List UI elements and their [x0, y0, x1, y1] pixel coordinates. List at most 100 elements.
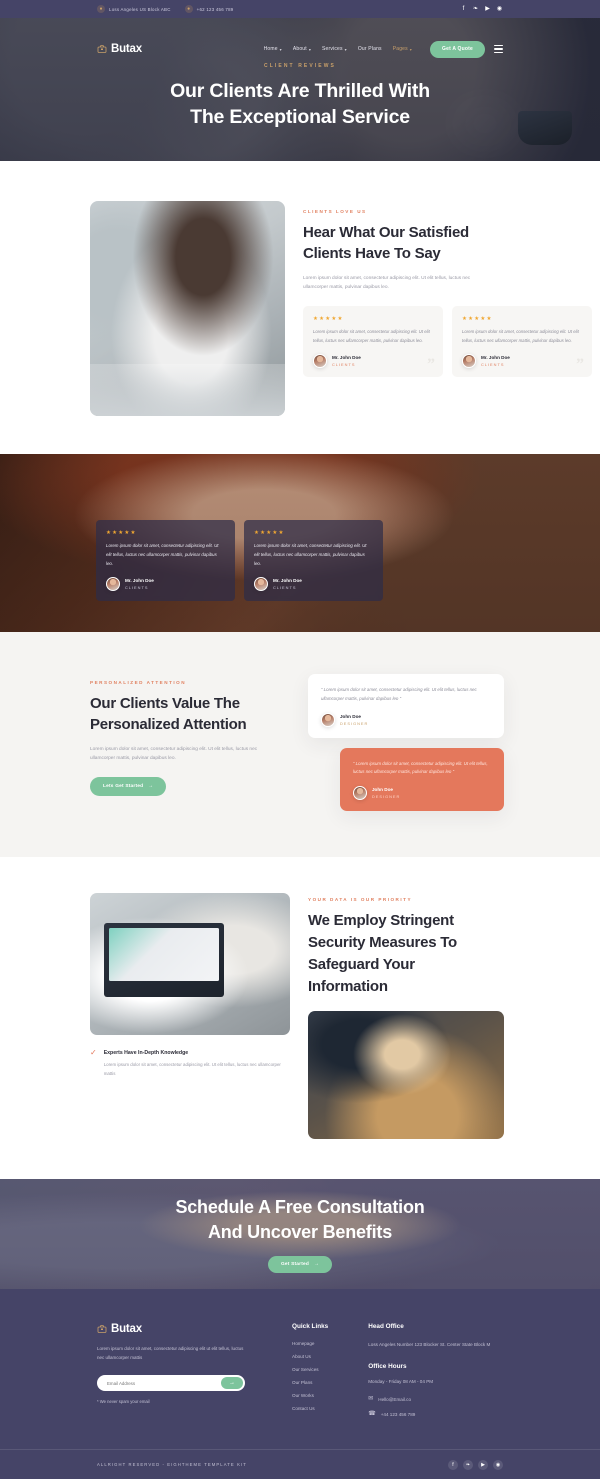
- designer-name: John Doe: [372, 787, 393, 793]
- page-root: ● Loss Angeles US Block ABC ● +62 123 45…: [0, 0, 600, 1479]
- testimonial-card: ★★★★★ Lorem ipsum dolor sit amet, consec…: [452, 306, 592, 378]
- office-desk-image: [308, 1011, 504, 1140]
- testimonial-quote: Lorem ipsum dolor sit amet, consectetur …: [462, 329, 579, 343]
- topbar-social-list: f ❧ ▶ ◉: [460, 6, 503, 13]
- topbar-phone[interactable]: ● +62 123 456 789: [184, 5, 234, 13]
- quick-links-column: Quick Links Homepage About Us Our Servic…: [292, 1323, 328, 1419]
- avatar: [462, 354, 476, 369]
- quote-mark-icon: ”: [427, 356, 435, 374]
- love-body: Lorem ipsum dolor sit amet, consectetur …: [303, 275, 471, 290]
- love-heading-line2: Clients Have To Say: [303, 245, 441, 263]
- twitter-icon[interactable]: ❧: [472, 6, 479, 13]
- nav-item-pages-label: Pages: [392, 46, 408, 52]
- designer-quote: “ Lorem ipsum dolor sit amet, consectetu…: [353, 760, 488, 775]
- get-a-quote-button[interactable]: Get A Quote: [430, 40, 485, 58]
- brand-logo[interactable]: Butax: [97, 43, 142, 55]
- briefcase-icon: [97, 44, 107, 54]
- footer-brand-logo[interactable]: Butax: [97, 1323, 252, 1335]
- get-started-label: Get Started: [280, 1262, 310, 1268]
- hero-eyebrow: CLIENT REVIEWS: [264, 62, 336, 69]
- footer-phone[interactable]: ☎ +44 123 456 789: [368, 1411, 490, 1417]
- testimonial-card-list: ★★★★★ Lorem ipsum dolor sit amet, consec…: [303, 306, 592, 378]
- personalized-body: Lorem ipsum dolor sit amet, consectetur …: [90, 746, 258, 761]
- office-hours-title: Office Hours: [368, 1363, 407, 1371]
- topbar-phone-text: +62 123 456 789: [196, 6, 234, 12]
- personalized-heading-line2: Personalized Attention: [90, 716, 247, 734]
- nav-item-about-label: About: [292, 46, 307, 52]
- nav-item-about[interactable]: About ▾: [293, 46, 311, 52]
- security-heading-line3: Safeguard Your Information: [308, 955, 415, 995]
- banner-testimonial-list: ★★★★★ Lorem ipsum dolor sit amet, consec…: [96, 520, 383, 602]
- designer-role: DESIGNER: [340, 720, 369, 726]
- rating-stars: ★★★★★: [462, 316, 493, 323]
- newsletter-submit-button[interactable]: →: [221, 1377, 243, 1390]
- banner-testimonial-card: ★★★★★ Lorem ipsum dolor sit amet, consec…: [244, 520, 383, 602]
- avatar: [254, 577, 268, 592]
- nav-item-services[interactable]: Services ▾: [322, 46, 347, 52]
- nav-links: Home ▾ About ▾ Services ▾ Our Plans Page…: [264, 46, 412, 52]
- instagram-icon[interactable]: ◉: [493, 1459, 503, 1470]
- personalized-heading-line1: Our Clients Value The: [90, 695, 240, 712]
- facebook-icon[interactable]: f: [448, 1459, 458, 1470]
- clients-love-section: CLIENTS LOVE US Hear What Our Satisfied …: [0, 161, 600, 454]
- footer-link-about-us[interactable]: About Us: [292, 1354, 328, 1359]
- testimonial-author-name: Mr. John Doe: [273, 578, 302, 584]
- security-heading-line2: Security Measures To: [308, 934, 457, 951]
- rating-stars: ★★★★★: [106, 530, 137, 536]
- head-office-title: Head Office: [368, 1323, 404, 1331]
- lets-get-started-label: Lets Get Started: [103, 784, 144, 790]
- testimonial-quote: Lorem ipsum dolor sit amet, consectetur …: [106, 543, 219, 566]
- phone-icon: ●: [184, 5, 193, 13]
- nav-item-our-plans[interactable]: Our Plans: [358, 46, 382, 52]
- nav-item-pages[interactable]: Pages ▾: [393, 46, 412, 52]
- nav-item-home[interactable]: Home ▾: [264, 46, 282, 52]
- designer-name: John Doe: [340, 713, 361, 719]
- footer-email[interactable]: ✉ Hello@Email.co: [368, 1396, 490, 1402]
- nav-item-our-plans-label: Our Plans: [357, 46, 382, 52]
- rating-stars: ★★★★★: [254, 530, 285, 536]
- testimonial-author-role: CLIENTS: [332, 362, 356, 368]
- office-hours-value: Monday - Friday 08 AM - 04 PM: [368, 1379, 434, 1385]
- testimonial-author-role: CLIENTS: [481, 362, 505, 368]
- topbar: ● Loss Angeles US Block ABC ● +62 123 45…: [0, 0, 600, 18]
- twitter-icon[interactable]: ❧: [463, 1459, 473, 1470]
- hamburger-menu-icon[interactable]: [494, 45, 503, 53]
- love-heading: Hear What Our Satisfied Clients Have To …: [303, 222, 592, 265]
- youtube-icon[interactable]: ▶: [484, 6, 491, 13]
- facebook-icon[interactable]: f: [460, 6, 467, 13]
- footer: Butax Lorem ipsum dolor sit amet, consec…: [0, 1289, 600, 1479]
- testimonial-quote: Lorem ipsum dolor sit amet, consectetur …: [313, 329, 430, 343]
- quote-mark-icon: ”: [576, 356, 584, 374]
- brand-name: Butax: [111, 43, 142, 55]
- spam-note: * We never spam your email: [97, 1399, 150, 1405]
- designer-quote-card-highlighted: “ Lorem ipsum dolor sit amet, consectetu…: [340, 747, 504, 812]
- phone-icon: ☎: [368, 1411, 376, 1418]
- testimonial-author-role: CLIENTS: [273, 585, 297, 591]
- chevron-down-icon: ▾: [279, 46, 282, 52]
- feature-title: Experts Have In-Depth Knowledge: [103, 1050, 189, 1057]
- chevron-down-icon: ▾: [409, 46, 412, 52]
- chevron-down-icon: ▾: [308, 46, 312, 52]
- testimonial-quote: Lorem ipsum dolor sit amet, consectetur …: [254, 543, 367, 566]
- security-heading-line1: We Employ Stringent: [308, 912, 454, 930]
- footer-link-homepage[interactable]: Homepage: [292, 1341, 328, 1346]
- youtube-icon[interactable]: ▶: [478, 1459, 488, 1470]
- avatar: [353, 786, 367, 801]
- get-started-button[interactable]: Get Started →: [267, 1256, 333, 1274]
- footer-link-our-services[interactable]: Our Services: [292, 1367, 328, 1372]
- email-field[interactable]: [107, 1380, 221, 1386]
- lets-get-started-button[interactable]: Lets Get Started →: [90, 777, 167, 797]
- topbar-address-text: Loss Angeles US Block ABC: [109, 6, 171, 12]
- footer-link-our-plans[interactable]: Our Plans: [292, 1380, 328, 1385]
- topbar-address: ● Loss Angeles US Block ABC: [97, 5, 171, 13]
- footer-link-contact-us[interactable]: Contact Us: [292, 1406, 328, 1411]
- testimonial-author-name: Mr. John Doe: [481, 355, 510, 361]
- love-heading-line1: Hear What Our Satisfied: [303, 224, 469, 241]
- security-eyebrow: YOUR DATA IS OUR PRIORITY: [308, 897, 413, 903]
- mail-icon: ✉: [368, 1396, 374, 1403]
- designer-quote-card: “ Lorem ipsum dolor sit amet, consectetu…: [308, 674, 504, 738]
- instagram-icon[interactable]: ◉: [496, 6, 503, 13]
- footer-link-our-works[interactable]: Our Works: [292, 1393, 328, 1398]
- newsletter-form: →: [97, 1375, 245, 1392]
- feature-item: ✓ Experts Have In-Depth Knowledge Lorem …: [90, 1049, 285, 1078]
